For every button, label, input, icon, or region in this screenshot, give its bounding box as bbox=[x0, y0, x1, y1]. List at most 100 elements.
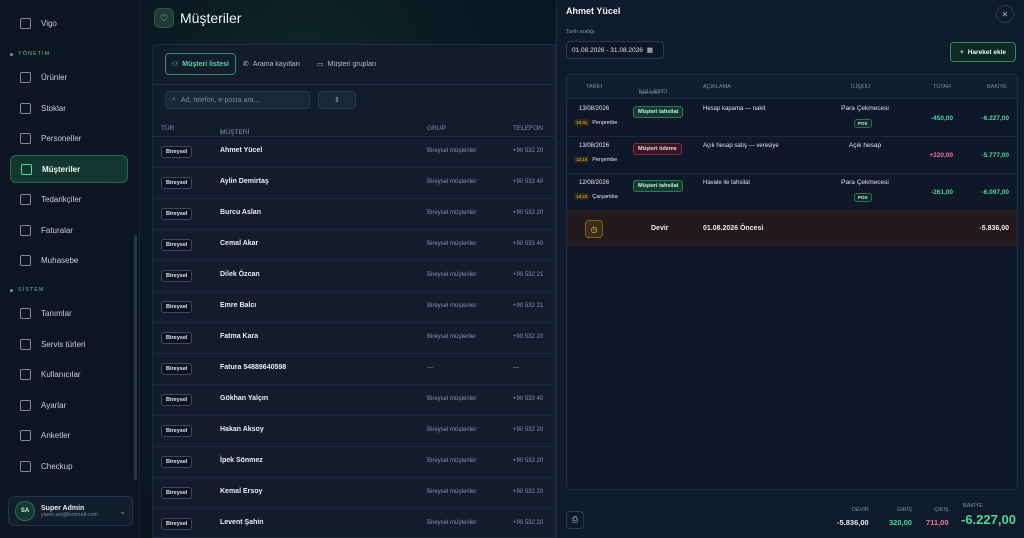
sidebar-item-musteriler[interactable]: Müşteriler bbox=[10, 155, 128, 183]
customer-name: İpek Sönmez bbox=[220, 457, 263, 464]
avatar: SA bbox=[15, 501, 35, 521]
column-header-telefon[interactable]: TELEFON bbox=[513, 125, 543, 132]
ledger-row[interactable]: 13/08/2026 12:10 Perşembe Müşteri ödeme Açık… bbox=[567, 137, 1017, 174]
date-range-picker[interactable]: 01.08.2026 - 31.08.2026 ▦ bbox=[566, 41, 664, 59]
sort-asc-icon: ↑ bbox=[220, 129, 224, 136]
folder-icon: ▭ bbox=[317, 61, 324, 68]
sidebar-item-label: Muhasebe bbox=[41, 255, 79, 265]
tx-date: 12/08/2026 bbox=[579, 180, 610, 186]
table-row[interactable]: Bireysel Levent Şahin Bireysel müşteriler +… bbox=[153, 509, 555, 538]
tx-amount: +320,00 bbox=[929, 152, 953, 159]
ledger-row[interactable]: 12/08/2026 16:23 Çarşamba Müşteri tahsilat H… bbox=[567, 174, 1017, 211]
table-row[interactable]: Bireysel Emre Balcı Bireysel müşteriler +90… bbox=[153, 292, 555, 323]
sidebar-item-stoklar[interactable]: Stoklar bbox=[10, 94, 128, 122]
customer-group: Bireysel müşteriler bbox=[427, 334, 477, 340]
summary-bakiye-label: BAKİYE bbox=[963, 503, 983, 509]
table-row[interactable]: Bireysel Fatma Kara Bireysel müşteriler +90… bbox=[153, 323, 555, 354]
add-button-label: Hareket ekle bbox=[967, 48, 1007, 56]
customer-group: Bireysel müşteriler bbox=[427, 520, 477, 526]
customer-name: Cemal Akar bbox=[220, 240, 259, 247]
customer-phone: +90 532 20 bbox=[513, 489, 544, 495]
user-name: Super Admin bbox=[41, 504, 85, 512]
add-transaction-button[interactable]: + Hareket ekle bbox=[950, 42, 1016, 62]
print-icon[interactable]: ⎙ bbox=[566, 511, 584, 529]
sidebar-item-tedarikciler[interactable]: Tedarikçiler bbox=[10, 185, 128, 213]
tx-description: Havale ile tahsilat bbox=[703, 180, 751, 186]
sidebar-item-personeller[interactable]: Personeller bbox=[10, 124, 128, 152]
customer-phone: +90 532 20 bbox=[513, 210, 544, 216]
customer-group: Bireysel müşteriler bbox=[427, 179, 477, 185]
customer-group: — bbox=[427, 365, 433, 371]
sidebar-item-kullanicilar[interactable]: Kullanıcılar bbox=[10, 360, 128, 388]
table-row[interactable]: Bireysel Ahmet Yücel Bireysel müşteriler +9… bbox=[153, 137, 555, 168]
sidebar-item-urunler[interactable]: Ürünler bbox=[10, 63, 128, 91]
staff-icon bbox=[20, 132, 31, 144]
customer-group: Bireysel müşteriler bbox=[427, 458, 477, 464]
sidebar-scrollbar[interactable] bbox=[134, 235, 137, 480]
calendar-icon: ▦ bbox=[646, 47, 653, 54]
close-icon[interactable]: ✕ bbox=[996, 5, 1014, 23]
tx-time: 16:31 Perşembe bbox=[574, 119, 617, 126]
sidebar-item-faturalar[interactable]: Faturalar bbox=[10, 216, 128, 244]
group-filter-select[interactable]: ⇕ bbox=[318, 91, 356, 109]
customers-page-icon: ♡ bbox=[154, 8, 174, 28]
table-row[interactable]: Bireysel Fatura 54889640598 — — bbox=[153, 354, 555, 385]
sidebar-item-label: Anketler bbox=[41, 430, 71, 440]
sidebar-item-label: Müşteriler bbox=[42, 164, 81, 174]
date-range-label: Tarih aralığı bbox=[566, 29, 595, 35]
sidebar-item-servis-turleri[interactable]: Servis türleri bbox=[10, 330, 128, 358]
customer-name: Hakan Aksoy bbox=[220, 426, 264, 433]
type-badge: Bireysel bbox=[161, 146, 193, 158]
type-badge: Bireysel bbox=[161, 177, 193, 189]
tab-musteri-listesi[interactable]: ⚇ Müşteri listesi bbox=[165, 53, 236, 75]
chevron-updown-icon: ⇕ bbox=[334, 97, 340, 104]
sidebar-item-ayarlar[interactable]: Ayarlar bbox=[10, 391, 128, 419]
table-row[interactable]: Bireysel Cemal Akar Bireysel müşteriler +90… bbox=[153, 230, 555, 261]
list-icon bbox=[20, 307, 31, 319]
sidebar-item-label: Vigo bbox=[41, 18, 57, 28]
tx-type-badge: Müşteri ödeme bbox=[633, 143, 682, 155]
header-kullanici-sub: İşlem türü bbox=[639, 90, 659, 95]
customer-name: Levent Şahin bbox=[220, 519, 264, 526]
carryover-balance: -5.836,00 bbox=[979, 225, 1009, 232]
summary-giris-label: GİRİŞ bbox=[896, 507, 912, 513]
customer-group: Bireysel müşteriler bbox=[427, 427, 477, 433]
sidebar-item-vigo[interactable]: Vigo bbox=[10, 9, 128, 37]
tx-date: 13/08/2026 bbox=[579, 143, 610, 149]
truck-icon bbox=[20, 193, 31, 205]
sidebar-item-checkup[interactable]: Checkup bbox=[10, 452, 128, 480]
pos-badge: POS bbox=[854, 119, 872, 128]
customer-name: Fatma Kara bbox=[220, 333, 259, 340]
user-menu[interactable]: SA Super Admin yasin.anl@hotmail.com ⌄ bbox=[8, 496, 133, 526]
customer-phone: +90 532 20 bbox=[513, 520, 544, 526]
table-row[interactable]: Bireysel Dilek Özcan Bireysel müşteriler +9… bbox=[153, 261, 555, 292]
tx-balance: -6.227,00 bbox=[981, 115, 1009, 122]
ledger-row[interactable]: 13/08/2026 16:31 Perşembe Müşteri tahsilat H… bbox=[567, 100, 1017, 137]
sidebar-item-anketler[interactable]: Anketler bbox=[10, 421, 128, 449]
type-badge: Bireysel bbox=[161, 487, 193, 499]
sidebar-item-muhasebe[interactable]: Muhasebe bbox=[10, 246, 128, 274]
table-row[interactable]: Bireysel Burcu Aslan Bireysel müşteriler +9… bbox=[153, 199, 555, 230]
tx-time-value: 16:23 bbox=[574, 193, 590, 200]
tab-arama-kayitlari[interactable]: ✆ Arama kayıtları bbox=[237, 53, 306, 75]
type-badge: Bireysel bbox=[161, 425, 193, 437]
tab-musteri-gruplari[interactable]: ▭ Müşteri grupları bbox=[311, 53, 382, 75]
table-row[interactable]: Bireysel İpek Sönmez Bireysel müşteriler +9… bbox=[153, 447, 555, 478]
column-header-grup[interactable]: GRUP bbox=[427, 125, 446, 132]
ledger-header: TARİH KULLANICI İşlem türü AÇIKLAMA İLİŞ… bbox=[567, 75, 1017, 99]
table-row[interactable]: Bireysel Aylin Demirtaş Bireysel müşterile… bbox=[153, 168, 555, 199]
tab-label: Arama kayıtları bbox=[252, 60, 300, 68]
header-aciklama: AÇIKLAMA bbox=[703, 84, 731, 90]
search-input[interactable]: ⌕ Ad, telefon, e-posta ara... bbox=[165, 91, 310, 109]
customer-phone: +90 532 20 bbox=[513, 427, 544, 433]
tx-time-value: 12:10 bbox=[574, 156, 590, 163]
table-row[interactable]: Bireysel Gökhan Yalçın Bireysel müşteriler… bbox=[153, 385, 555, 416]
table-row[interactable]: Bireysel Kemal Ersoy Bireysel müşteriler +9… bbox=[153, 478, 555, 509]
column-header-tur[interactable]: TÜR bbox=[161, 125, 174, 132]
tx-relation: Açık hesap bbox=[848, 142, 882, 149]
invoice-icon bbox=[20, 224, 31, 236]
customer-group: Bireysel müşteriler bbox=[427, 272, 477, 278]
column-header-label: MÜŞTERİ bbox=[220, 129, 250, 136]
sidebar-item-tanimlar[interactable]: Tanımlar bbox=[10, 299, 128, 327]
table-row[interactable]: Bireysel Hakan Aksoy Bireysel müşteriler +9… bbox=[153, 416, 555, 447]
